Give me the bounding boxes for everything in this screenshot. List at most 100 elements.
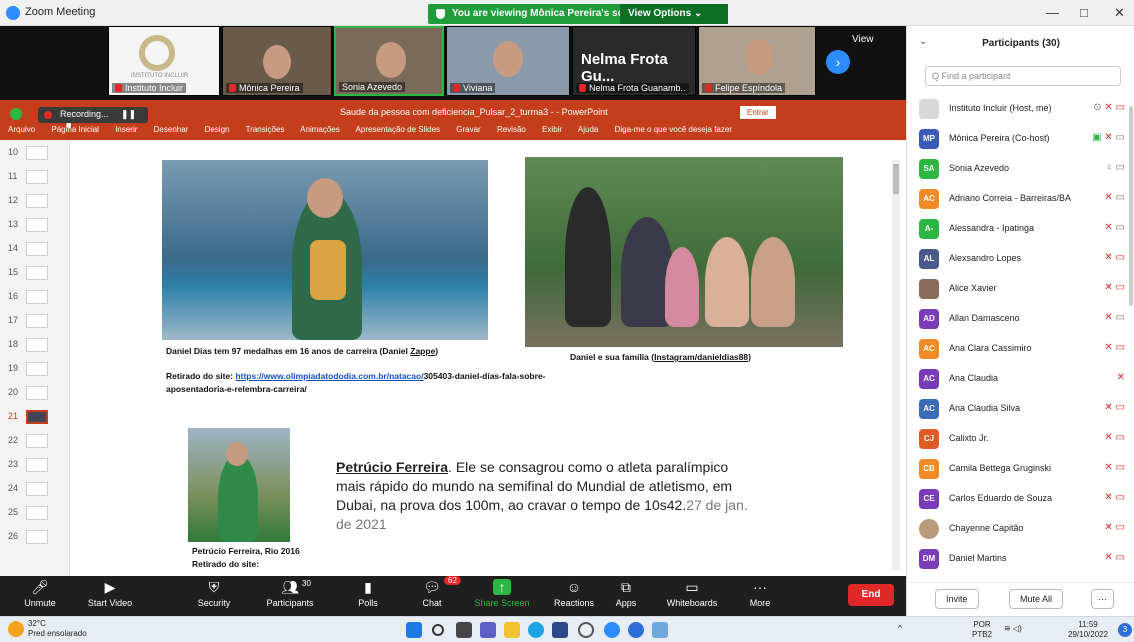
menu-item[interactable]: Arquivo: [8, 125, 35, 134]
tell-me-search[interactable]: Diga-me o que você deseja fazer: [615, 125, 732, 134]
slide-thumbnail[interactable]: 24: [6, 478, 66, 501]
participant-row[interactable]: DM Daniel Martins ✕ ▭: [907, 544, 1134, 574]
participant-row[interactable]: AC Ana Claudia Silva ✕ ▭: [907, 394, 1134, 424]
slide-thumbnail[interactable]: 13: [6, 214, 66, 237]
video-tile[interactable]: Mônica Pereira: [222, 26, 332, 96]
slide-thumbnail[interactable]: 18: [6, 334, 66, 357]
app-icon[interactable]: [628, 622, 644, 638]
whiteboards-button[interactable]: ▭ Whiteboards: [656, 579, 728, 608]
slide-thumbnail[interactable]: 20: [6, 382, 66, 405]
participant-search-input[interactable]: Q Find a participant: [925, 66, 1121, 86]
edge-icon[interactable]: [528, 622, 544, 638]
participant-row[interactable]: AC Adriano Correia - Barreiras/BA ✕ ▭: [907, 184, 1134, 214]
slide-thumbnail[interactable]: 14: [6, 238, 66, 261]
invite-button[interactable]: Invite: [935, 589, 979, 609]
menu-item[interactable]: Design: [205, 125, 230, 134]
menu-item[interactable]: Exibir: [542, 125, 562, 134]
slide-thumbnail[interactable]: 26: [6, 526, 66, 549]
participant-row[interactable]: CE Carlos Eduardo de Souza ✕ ▭: [907, 484, 1134, 514]
menu-item[interactable]: Gravar: [456, 125, 480, 134]
search-icon[interactable]: [432, 624, 444, 636]
weather-icon[interactable]: [8, 621, 24, 637]
slide-thumbnail[interactable]: 25: [6, 502, 66, 525]
zoom-taskbar-icon[interactable]: [604, 622, 620, 638]
store-icon[interactable]: [552, 622, 568, 638]
start-video-button[interactable]: ▶ Start Video: [74, 579, 146, 608]
video-tile[interactable]: Nelma Frota Gu... Nelma Frota Guanamb..: [572, 26, 696, 96]
source-link[interactable]: https://www.olimpiadatododia.com.br/nata…: [235, 371, 423, 381]
app-icon[interactable]: [652, 622, 668, 638]
participant-row[interactable]: AC Ana Clara Cassimiro ✕ ▭: [907, 334, 1134, 364]
slide-thumbnail[interactable]: 10: [6, 142, 66, 165]
mic-muted-icon: [453, 84, 460, 92]
participant-row[interactable]: AD Allan Damasceno ✕ ▭: [907, 304, 1134, 334]
start-menu-icon[interactable]: [406, 622, 422, 638]
security-button[interactable]: ⛨ Security: [178, 579, 250, 608]
menu-item[interactable]: Inserir: [115, 125, 137, 134]
menu-item[interactable]: Animações: [300, 125, 340, 134]
participant-row[interactable]: CB Camila Bettega Gruginski ✕ ▭: [907, 454, 1134, 484]
more-button[interactable]: ··· More: [724, 579, 796, 608]
menu-item[interactable]: Apresentação de Slides: [356, 125, 441, 134]
wifi-volume-icons[interactable]: ≋ ◁): [1004, 624, 1022, 634]
more-options-button[interactable]: ···: [1091, 589, 1114, 609]
powerpoint-ribbon: Recording... ❚❚ ■ Saude da pessoa com de…: [0, 100, 906, 140]
participant-row[interactable]: Chayenne Capitão ✕ ▭: [907, 514, 1134, 544]
participant-row[interactable]: CJ Calixto Jr. ✕ ▭: [907, 424, 1134, 454]
participant-list-scrollbar[interactable]: [1129, 106, 1133, 306]
share-screen-button[interactable]: ↑ Share Screen: [466, 579, 538, 608]
slide-thumbnail[interactable]: 11: [6, 166, 66, 189]
participant-row[interactable]: AC Ana Claudia ✕: [907, 364, 1134, 394]
slide-thumbnail[interactable]: 15: [6, 262, 66, 285]
video-tile[interactable]: Felipe Espíndola: [698, 26, 816, 96]
participants-button[interactable]: 👥︎ Participants: [254, 579, 326, 608]
family-photo: [525, 157, 843, 347]
participant-row[interactable]: MP Mônica Pereira (Co-host) ▣ ✕ ▭: [907, 124, 1134, 154]
menu-item[interactable]: Ajuda: [578, 125, 598, 134]
settings-icon[interactable]: [578, 622, 594, 638]
task-view-icon[interactable]: [456, 622, 472, 638]
language-indicator[interactable]: POR PTB2: [972, 620, 992, 640]
mute-all-button[interactable]: Mute All: [1009, 589, 1064, 609]
maximize-button[interactable]: □: [1080, 5, 1088, 20]
slide-thumbnail[interactable]: 12: [6, 190, 66, 213]
slide-thumbnail[interactable]: 16: [6, 286, 66, 309]
avatar: SA: [919, 159, 939, 179]
slide-thumbnail[interactable]: 22: [6, 430, 66, 453]
slide-thumbnail[interactable]: 17: [6, 310, 66, 333]
video-tile[interactable]: Viviana: [446, 26, 570, 96]
sign-in-button[interactable]: Entrar: [740, 106, 776, 119]
menu-item[interactable]: Revisão: [497, 125, 526, 134]
slide-thumbnail-selected[interactable]: 21: [6, 406, 66, 429]
vertical-scrollbar[interactable]: [892, 160, 900, 570]
slide-thumbnail[interactable]: 19: [6, 358, 66, 381]
video-tile-active-speaker[interactable]: Sonia Azevedo: [334, 26, 444, 96]
close-button[interactable]: ✕: [1114, 5, 1125, 21]
menu-item[interactable]: Página Inicial: [51, 125, 99, 134]
menu-item[interactable]: Desenhar: [154, 125, 189, 134]
video-tile[interactable]: INSTITUTO INCLUIR Instituto Incluir: [108, 26, 220, 96]
menu-item[interactable]: Transições: [246, 125, 285, 134]
clock[interactable]: 11:59 29/10/2022: [1068, 620, 1108, 640]
unmute-button[interactable]: 🎤︎ Unmute: [4, 579, 76, 608]
next-page-button[interactable]: ›: [826, 50, 850, 74]
minimize-button[interactable]: —: [1046, 5, 1059, 20]
pause-recording-button[interactable]: ❚❚: [121, 109, 136, 119]
participant-row[interactable]: Instituto Incluir (Host, me) ⊙ ✕ ▭: [907, 94, 1134, 124]
participant-row[interactable]: Alice Xavier ✕ ▭: [907, 274, 1134, 304]
weather-widget[interactable]: 32°C Pred ensolarado: [28, 619, 87, 639]
tile-name: Nelma Frota Guanamb..: [589, 83, 686, 93]
participant-row[interactable]: SA Sonia Azevedo ♀ ▭: [907, 154, 1134, 184]
view-options-button[interactable]: View Options ⌄: [620, 4, 728, 24]
apps-button[interactable]: ⧉ Apps: [590, 579, 662, 608]
end-meeting-button[interactable]: End: [848, 584, 894, 606]
view-button[interactable]: View: [852, 34, 874, 45]
participant-row[interactable]: AL Alexsandro Lopes ✕ ▭: [907, 244, 1134, 274]
notification-badge[interactable]: 3: [1118, 623, 1132, 637]
file-explorer-icon[interactable]: [504, 622, 520, 638]
teams-icon[interactable]: [480, 622, 496, 638]
tray-expand-icon[interactable]: ^: [898, 624, 902, 634]
polls-button[interactable]: ▮ Polls: [332, 579, 404, 608]
slide-thumbnail[interactable]: 23: [6, 454, 66, 477]
participant-row[interactable]: A- Alessandra - Ipatinga ✕ ▭: [907, 214, 1134, 244]
